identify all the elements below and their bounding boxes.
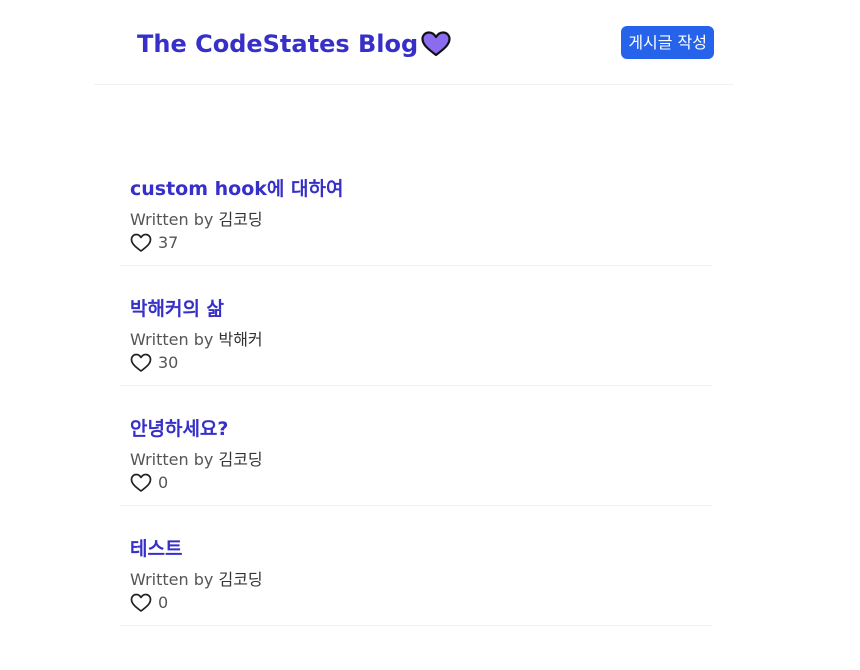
post-item: custom hook에 대하여 Written by 김코딩 37 xyxy=(120,162,712,266)
post-item: 테스트 Written by 김코딩 0 xyxy=(120,522,712,626)
post-meta: Written by 김코딩 xyxy=(130,570,702,590)
heart-outline-icon[interactable] xyxy=(130,233,152,253)
post-likes: 30 xyxy=(130,352,702,374)
heart-outline-icon[interactable] xyxy=(130,593,152,613)
written-by-label: Written by xyxy=(130,570,214,589)
site-title[interactable]: The CodeStates Blog xyxy=(137,30,418,58)
post-author: 박해커 xyxy=(218,330,263,349)
heart-outline-icon[interactable] xyxy=(130,473,152,493)
post-meta: Written by 김코딩 xyxy=(130,450,702,470)
written-by-label: Written by xyxy=(130,330,214,349)
like-count: 0 xyxy=(158,473,169,492)
post-author: 김코딩 xyxy=(218,570,263,589)
post-title-link[interactable]: 테스트 xyxy=(130,536,702,562)
post-meta: Written by 박해커 xyxy=(130,330,702,350)
like-count: 30 xyxy=(158,353,179,372)
written-by-label: Written by xyxy=(130,450,214,469)
written-by-label: Written by xyxy=(130,210,214,229)
post-likes: 0 xyxy=(130,592,702,614)
post-title-link[interactable]: 박해커의 삶 xyxy=(130,296,702,322)
post-meta: Written by 김코딩 xyxy=(130,210,702,230)
post-item: 안녕하세요? Written by 김코딩 0 xyxy=(120,402,712,506)
post-title-link[interactable]: custom hook에 대하여 xyxy=(130,176,702,202)
site-brand[interactable]: The CodeStates Blog xyxy=(137,26,451,62)
site-header: The CodeStates Blog 게시글 작성 xyxy=(94,0,734,85)
purple-heart-icon xyxy=(421,31,451,57)
write-post-button[interactable]: 게시글 작성 xyxy=(621,26,714,59)
like-count: 37 xyxy=(158,233,179,252)
post-likes: 0 xyxy=(130,472,702,494)
post-item: 박해커의 삶 Written by 박해커 30 xyxy=(120,282,712,386)
heart-outline-icon[interactable] xyxy=(130,353,152,373)
post-author: 김코딩 xyxy=(218,450,263,469)
post-likes: 37 xyxy=(130,232,702,254)
post-title-link[interactable]: 안녕하세요? xyxy=(130,416,702,442)
post-list: custom hook에 대하여 Written by 김코딩 37 박해커의 … xyxy=(120,162,712,642)
like-count: 0 xyxy=(158,593,169,612)
post-author: 김코딩 xyxy=(218,210,263,229)
blog-page: The CodeStates Blog 게시글 작성 custom hook에 … xyxy=(0,0,860,670)
